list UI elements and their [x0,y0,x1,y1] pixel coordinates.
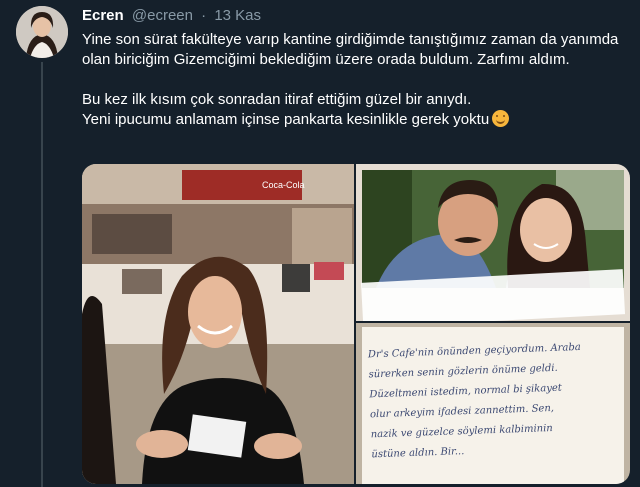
media-photo-cafeteria[interactable]: Coca-Cola [82,164,354,484]
avatar[interactable] [16,6,68,58]
tweet-media-grid: Coca-Cola Dr's Cafe'nin önünden geçiyord… [82,164,630,484]
header-separator: · [201,7,207,24]
coca-cola-sign: Coca-Cola [262,180,305,190]
avatar-photo [16,6,68,58]
media-photo-handwritten-note[interactable]: Dr's Cafe'nin önünden geçiyordum. Araba … [356,323,630,484]
handwritten-note-text: Dr's Cafe'nin önünden geçiyordum. Araba … [368,337,623,484]
author-name[interactable]: Ecren [82,7,124,24]
tweet-paragraph-2-line-2: Yeni ipucumu anlamam içinse pankarta kes… [82,111,490,128]
media-photo-couple[interactable] [356,164,630,321]
thread-line [41,62,43,487]
tweet-paragraph-1: Yine son sürat fakülteye varıp kantine g… [82,31,619,68]
tweet-header: Ecren @ecreen · 13 Kas [82,7,261,24]
smiling-face-emoji-icon [492,110,510,127]
tweet-timestamp[interactable]: 13 Kas [214,7,261,24]
tweet-paragraph-2-line-1: Bu kez ilk kısım çok sonradan itiraf ett… [82,91,472,108]
tweet-text: Yine son sürat fakülteye varıp kantine g… [82,30,632,130]
tweet-paragraph-2: Bu kez ilk kısım çok sonradan itiraf ett… [82,90,632,130]
author-handle[interactable]: @ecreen [132,7,193,24]
